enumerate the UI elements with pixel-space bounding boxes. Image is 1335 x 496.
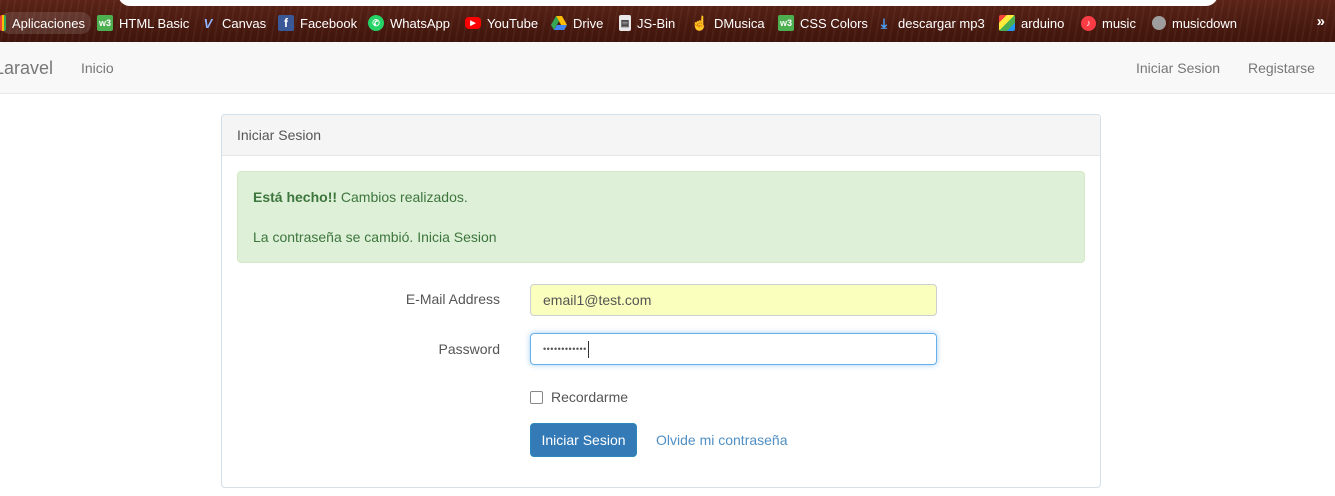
login-panel: Iniciar Sesion Está hecho!! Cambios real… — [221, 114, 1101, 488]
musicdown-icon — [1152, 16, 1166, 30]
remember-checkbox[interactable] — [530, 390, 543, 404]
email-field[interactable]: email1@test.com — [530, 284, 937, 316]
panel-title: Iniciar Sesion — [237, 127, 322, 143]
bookmark-label: arduino — [1021, 15, 1065, 31]
brand-link[interactable]: Laravel — [0, 58, 53, 79]
bookmark-label: HTML Basic — [119, 15, 190, 31]
bookmark-arduino[interactable]: arduino — [999, 13, 1064, 33]
alert-text: Cambios realizados. — [337, 189, 468, 205]
top-navbar: Laravel Inicio Iniciar Sesion Registarse — [0, 42, 1335, 94]
alert-message: Está hecho!! Cambios realizados. — [253, 189, 468, 205]
bookmark-label: WhatsApp — [390, 15, 450, 31]
w3-icon: w3 — [97, 15, 113, 31]
nav-login-link[interactable]: Iniciar Sesion — [1136, 60, 1220, 76]
forgot-password-link[interactable]: Olvide mi contraseña — [656, 432, 788, 448]
bookmark-html-basic[interactable]: w3 HTML Basic — [97, 13, 189, 33]
bookmark-label: musicdown — [1172, 15, 1238, 31]
password-label: Password — [438, 341, 500, 357]
panel-heading: Iniciar Sesion — [222, 115, 1100, 156]
bookmark-musicdown[interactable]: musicdown — [1152, 13, 1237, 33]
bookmark-label: YouTube — [487, 15, 539, 31]
music-icon: ♪ — [1081, 15, 1096, 31]
w3-icon: w3 — [778, 15, 794, 31]
nav-register-link[interactable]: Registarse — [1248, 60, 1315, 76]
omnibox-edge — [118, 0, 1218, 6]
bookmark-label: CSS Colors — [800, 15, 868, 31]
bookmark-dmusica[interactable]: ☝ DMusica — [691, 13, 765, 33]
bookmark-label: Aplicaciones — [12, 15, 85, 31]
email-value: email1@test.com — [543, 292, 652, 308]
bookmark-label: descargar mp3 — [898, 15, 985, 31]
bookmark-descargar-mp3[interactable]: ⤓ descargar mp3 — [876, 13, 985, 33]
canvas-icon: V — [203, 15, 213, 31]
hand-cursor-icon: ☝ — [691, 14, 709, 31]
remember-label: Recordarme — [551, 389, 629, 405]
drive-icon — [551, 15, 567, 31]
bookmark-label: music — [1102, 15, 1136, 31]
bookmark-label: JS-Bin — [637, 15, 676, 31]
bookmark-whatsapp[interactable]: ✆ WhatsApp — [368, 13, 450, 33]
password-field[interactable]: •••••••••••• — [530, 333, 937, 365]
bookmark-label: Drive — [573, 15, 604, 31]
alert-strong: Está hecho!! — [253, 189, 338, 205]
alert-detail: La contraseña se cambió. Inicia Sesion — [253, 229, 497, 245]
bookmark-label: Facebook — [300, 15, 358, 31]
text-caret — [587, 340, 589, 358]
more-bookmarks-icon[interactable]: » — [1317, 13, 1325, 30]
remember-row[interactable]: Recordarme — [530, 389, 628, 405]
bookmark-facebook[interactable]: f Facebook — [278, 13, 357, 33]
bookmark-music[interactable]: ♪ music — [1081, 13, 1136, 33]
email-label: E-Mail Address — [405, 291, 500, 307]
bookmark-css-colors[interactable]: w3 CSS Colors — [778, 13, 868, 33]
apps-grid-icon — [0, 15, 6, 31]
nav-home-link[interactable]: Inicio — [81, 60, 114, 76]
youtube-icon: ▶ — [465, 17, 481, 29]
bookmark-label: Canvas — [222, 15, 267, 31]
login-submit-button[interactable]: Iniciar Sesion — [530, 423, 637, 457]
download-icon: ⤓ — [880, 14, 888, 31]
password-value: •••••••••••• — [543, 344, 587, 354]
bookmarks-bar: Aplicaciones w3 HTML Basic V Canvas f Fa… — [0, 0, 1335, 42]
bookmark-jsbin[interactable]: ▤ JS-Bin — [619, 13, 675, 33]
bookmark-aplicaciones[interactable]: Aplicaciones — [0, 12, 91, 34]
bookmark-canvas[interactable]: V Canvas — [200, 13, 266, 33]
whatsapp-icon: ✆ — [368, 15, 384, 31]
bookmark-drive[interactable]: Drive — [551, 13, 603, 33]
success-alert: Está hecho!! Cambios realizados. La cont… — [237, 171, 1085, 263]
jsbin-icon: ▤ — [619, 15, 631, 31]
arduino-icon — [999, 15, 1015, 31]
bookmark-youtube[interactable]: ▶ YouTube — [465, 13, 538, 33]
bookmark-label: DMusica — [714, 15, 765, 31]
facebook-icon: f — [278, 15, 294, 31]
